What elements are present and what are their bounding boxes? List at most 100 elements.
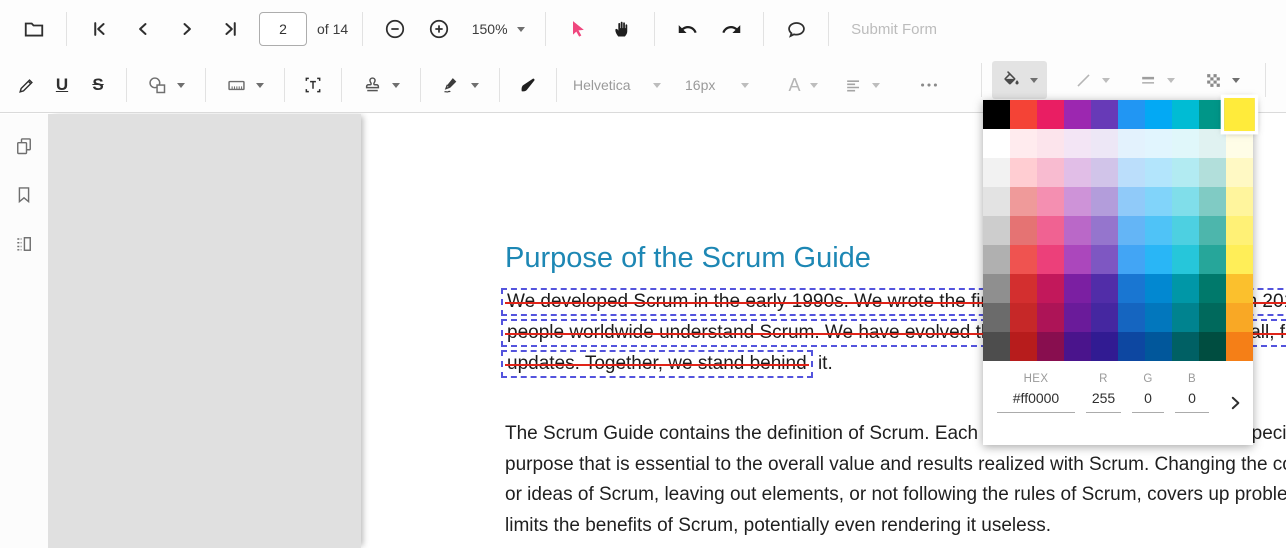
- color-swatch[interactable]: [1010, 274, 1037, 303]
- overflow-menu-button[interactable]: [903, 65, 955, 105]
- hex-input[interactable]: #ff0000: [997, 390, 1075, 413]
- color-swatch[interactable]: [1145, 245, 1172, 274]
- measurement-tool-dropdown[interactable]: [216, 65, 274, 105]
- text-color-dropdown[interactable]: A: [775, 65, 831, 105]
- color-swatch[interactable]: [983, 129, 1010, 158]
- open-file-button[interactable]: [12, 9, 56, 49]
- color-swatch[interactable]: [1064, 158, 1091, 187]
- color-swatch[interactable]: [1037, 100, 1064, 129]
- redo-button[interactable]: [709, 9, 753, 49]
- color-swatch[interactable]: [1037, 129, 1064, 158]
- delete-annotation-button[interactable]: [1276, 60, 1286, 100]
- color-swatch[interactable]: [983, 216, 1010, 245]
- text-align-dropdown[interactable]: [831, 65, 893, 105]
- color-swatch[interactable]: [1091, 187, 1118, 216]
- zoom-in-button[interactable]: [417, 9, 461, 49]
- color-swatch[interactable]: [1010, 303, 1037, 332]
- color-swatch[interactable]: [1118, 216, 1145, 245]
- color-swatch-selected[interactable]: [1224, 98, 1255, 131]
- comments-button[interactable]: [774, 9, 818, 49]
- color-swatch[interactable]: [1118, 187, 1145, 216]
- pan-tool-button[interactable]: [600, 9, 644, 49]
- color-swatch[interactable]: [1118, 332, 1145, 361]
- color-swatch[interactable]: [1091, 216, 1118, 245]
- color-swatch[interactable]: [1010, 187, 1037, 216]
- color-swatch[interactable]: [1064, 332, 1091, 361]
- thumbnails-panel[interactable]: [48, 114, 361, 548]
- red-input[interactable]: 255: [1086, 390, 1121, 413]
- opacity-dropdown[interactable]: [1189, 60, 1255, 100]
- color-swatch[interactable]: [1145, 129, 1172, 158]
- strikethrough-annotation[interactable]: updates. Together, we stand behind: [501, 350, 813, 378]
- select-tool-button[interactable]: [556, 9, 600, 49]
- color-swatch[interactable]: [983, 332, 1010, 361]
- color-swatch[interactable]: [1118, 158, 1145, 187]
- color-swatch[interactable]: [1199, 129, 1226, 158]
- page-number-input[interactable]: [259, 12, 307, 46]
- font-family-dropdown[interactable]: Helvetica: [567, 65, 671, 105]
- color-swatch[interactable]: [1145, 216, 1172, 245]
- submit-form-button[interactable]: Submit Form: [851, 21, 937, 38]
- color-swatch[interactable]: [1145, 303, 1172, 332]
- blue-input[interactable]: 0: [1175, 390, 1209, 413]
- color-swatch[interactable]: [1199, 245, 1226, 274]
- color-swatch[interactable]: [1091, 245, 1118, 274]
- color-swatch[interactable]: [1064, 100, 1091, 129]
- color-swatch[interactable]: [1091, 332, 1118, 361]
- color-swatch[interactable]: [1199, 187, 1226, 216]
- color-swatch[interactable]: [1172, 245, 1199, 274]
- color-swatch[interactable]: [1118, 129, 1145, 158]
- last-page-button[interactable]: [209, 9, 253, 49]
- color-swatch[interactable]: [1037, 274, 1064, 303]
- color-swatch[interactable]: [1118, 100, 1145, 129]
- color-swatch[interactable]: [1037, 158, 1064, 187]
- color-swatch[interactable]: [1010, 100, 1037, 129]
- color-swatch[interactable]: [1091, 274, 1118, 303]
- color-swatch[interactable]: [1118, 245, 1145, 274]
- color-swatch[interactable]: [1118, 303, 1145, 332]
- color-swatch[interactable]: [1172, 216, 1199, 245]
- color-swatch[interactable]: [1172, 303, 1199, 332]
- green-input[interactable]: 0: [1132, 390, 1164, 413]
- color-swatch[interactable]: [1037, 245, 1064, 274]
- color-swatch[interactable]: [1010, 245, 1037, 274]
- color-swatch[interactable]: [1145, 332, 1172, 361]
- color-swatch[interactable]: [1145, 158, 1172, 187]
- color-swatch[interactable]: [1199, 274, 1226, 303]
- color-swatch[interactable]: [983, 274, 1010, 303]
- color-swatch[interactable]: [1226, 129, 1253, 158]
- color-swatch[interactable]: [1064, 274, 1091, 303]
- color-swatch[interactable]: [1226, 216, 1253, 245]
- color-swatch[interactable]: [1010, 129, 1037, 158]
- color-swatch[interactable]: [1091, 129, 1118, 158]
- color-swatch[interactable]: [1091, 158, 1118, 187]
- color-swatch[interactable]: [1010, 332, 1037, 361]
- color-swatch[interactable]: [1172, 187, 1199, 216]
- color-swatch[interactable]: [1145, 187, 1172, 216]
- color-swatch[interactable]: [1010, 216, 1037, 245]
- color-swatch[interactable]: [1091, 100, 1118, 129]
- color-swatch[interactable]: [1172, 332, 1199, 361]
- color-swatch[interactable]: [1226, 158, 1253, 187]
- first-page-button[interactable]: [77, 9, 121, 49]
- zoom-level-dropdown[interactable]: 150%: [461, 9, 535, 49]
- color-swatch[interactable]: [1199, 100, 1226, 129]
- color-swatch[interactable]: [1172, 158, 1199, 187]
- next-page-button[interactable]: [165, 9, 209, 49]
- color-swatch[interactable]: [983, 100, 1010, 129]
- color-swatch[interactable]: [1199, 303, 1226, 332]
- color-swatch[interactable]: [1226, 274, 1253, 303]
- color-swatch[interactable]: [1064, 129, 1091, 158]
- shapes-tool-dropdown[interactable]: [137, 65, 195, 105]
- color-swatch[interactable]: [1172, 274, 1199, 303]
- color-swatch[interactable]: [1064, 245, 1091, 274]
- stroke-color-dropdown[interactable]: [1059, 60, 1125, 100]
- color-swatch[interactable]: [1037, 216, 1064, 245]
- color-swatch[interactable]: [1199, 216, 1226, 245]
- color-swatch[interactable]: [1172, 100, 1199, 129]
- color-swatch[interactable]: [1172, 129, 1199, 158]
- color-swatch[interactable]: [1091, 303, 1118, 332]
- signature-tool-dropdown[interactable]: [431, 65, 489, 105]
- color-swatch[interactable]: [983, 187, 1010, 216]
- color-swatch[interactable]: [983, 158, 1010, 187]
